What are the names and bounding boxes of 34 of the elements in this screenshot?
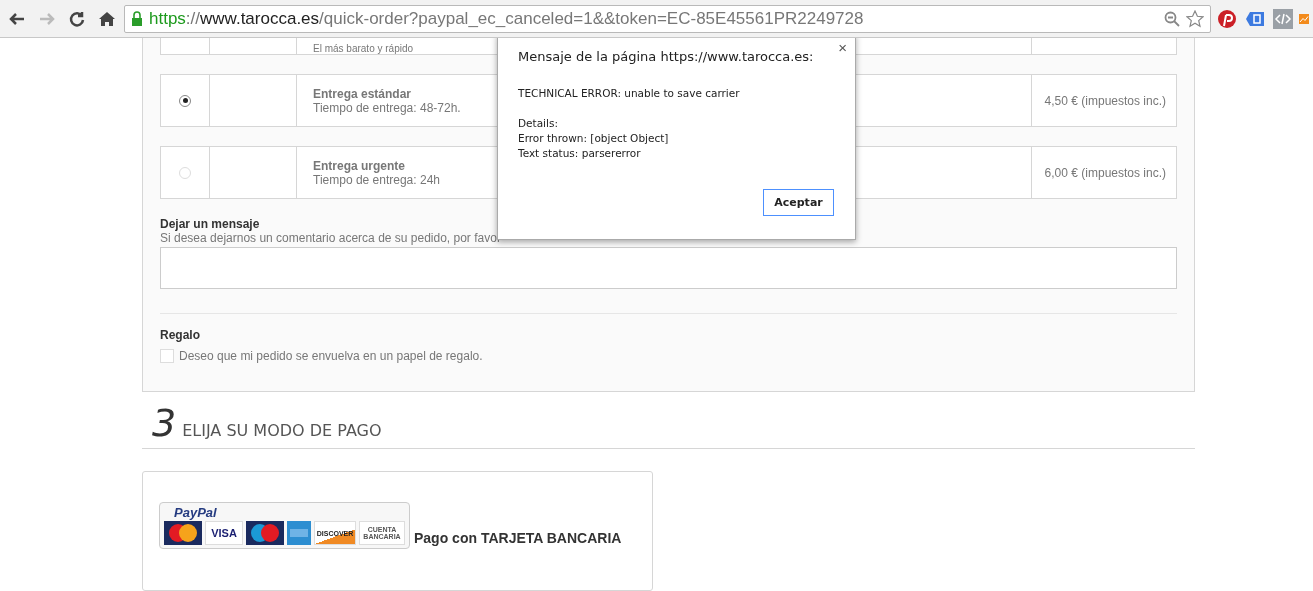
carrier-price: 4,50 € (impuestos inc.) (1044, 93, 1166, 108)
url-text: https://www.tarocca.es/quick-order?paypal_ec_canceled=1&&token=EC-85E45561PR2249728 (149, 8, 864, 29)
radio-button[interactable] (179, 94, 191, 107)
code-icon[interactable] (1271, 6, 1295, 31)
zoom-icon[interactable] (1164, 10, 1180, 27)
step-number: 3 (152, 404, 177, 442)
message-field[interactable] (160, 247, 1177, 289)
accept-button[interactable]: Aceptar (763, 189, 834, 216)
delivery-time: Tiempo de entrega: 24h (313, 172, 440, 187)
carrier-name: Entrega estándar (313, 86, 412, 101)
carrier-price: 6,00 € (impuestos inc.) (1044, 165, 1166, 180)
lock-icon (131, 11, 143, 26)
gift-checkbox[interactable] (160, 349, 174, 363)
mastercard-icon (164, 521, 202, 545)
star-icon[interactable] (1186, 9, 1204, 28)
dialog-detail: Details: (518, 116, 558, 131)
dialog-title: Mensaje de la página https://www.tarocca.es: (518, 49, 815, 64)
message-label: Dejar un mensaje (160, 217, 261, 231)
amex-icon (287, 521, 311, 545)
gift-label: Regalo (160, 328, 201, 342)
carrier-name: Entrega urgente (313, 158, 405, 173)
delivery-time: Tiempo de entrega: 48-72h. (313, 100, 461, 115)
gift-option-label: Deseo que mi pedido se envuelva en un papel de regalo. (179, 349, 483, 363)
visa-label: VISA (205, 521, 243, 545)
section-title: ELIJA SU MODO DE PAGO (182, 421, 382, 440)
delivery-time: El más barato y rápido (313, 43, 414, 54)
paypal-wordmark: PayPal (174, 505, 218, 520)
dialog-message: TECHNICAL ERROR: unable to save carrier (518, 86, 740, 101)
payment-option-label[interactable]: Pago con TARJETA BANCARIA (414, 530, 622, 546)
maestro-icon (246, 521, 284, 545)
dialog-detail: Text status: parsererror (518, 146, 641, 161)
address-bar[interactable]: https://www.tarocca.es/quick-order?paypal_ec_canceled=1&&token=EC-85E45561PR2249728 (124, 4, 1211, 33)
close-button[interactable]: × (838, 39, 847, 56)
dialog-detail: Error thrown: [object Object] (518, 131, 669, 146)
